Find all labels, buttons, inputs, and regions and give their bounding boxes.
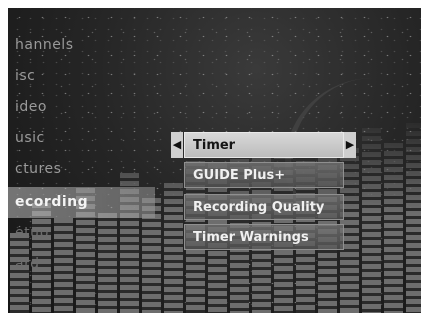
submenu-item-recording-quality[interactable]: Recording Quality — [184, 194, 344, 220]
left-triangle-icon[interactable]: ◀ — [171, 132, 183, 158]
submenu-item-guide-plus[interactable]: GUIDE Plus+ — [184, 162, 344, 188]
menu-item-disc[interactable]: isc — [8, 61, 168, 92]
menu-item-pictures[interactable]: ctures — [8, 154, 168, 185]
menu-item-channels[interactable]: hannels — [8, 30, 168, 61]
recording-submenu: ◀ Timer ▶ GUIDE Plus+ Recording Quality … — [171, 120, 356, 275]
submenu-item-timer-warnings[interactable]: Timer Warnings — [184, 224, 344, 250]
submenu-item-timer[interactable]: Timer — [184, 132, 344, 158]
menu-item-recording[interactable]: ecording — [8, 187, 155, 218]
menu-item-music[interactable]: usic — [8, 123, 168, 154]
eq-bar — [384, 143, 403, 313]
menu-item-card[interactable]: ard — [8, 249, 168, 280]
eq-bar — [362, 128, 381, 313]
main-menu: hannels isc ideo usic ctures ecording et… — [8, 30, 168, 280]
menu-item-setup[interactable]: etup — [8, 218, 168, 249]
tv-screen: hannels isc ideo usic ctures ecording et… — [8, 8, 421, 313]
eq-bar — [406, 123, 421, 313]
right-triangle-icon[interactable]: ▶ — [344, 132, 356, 158]
menu-item-video[interactable]: ideo — [8, 92, 168, 123]
